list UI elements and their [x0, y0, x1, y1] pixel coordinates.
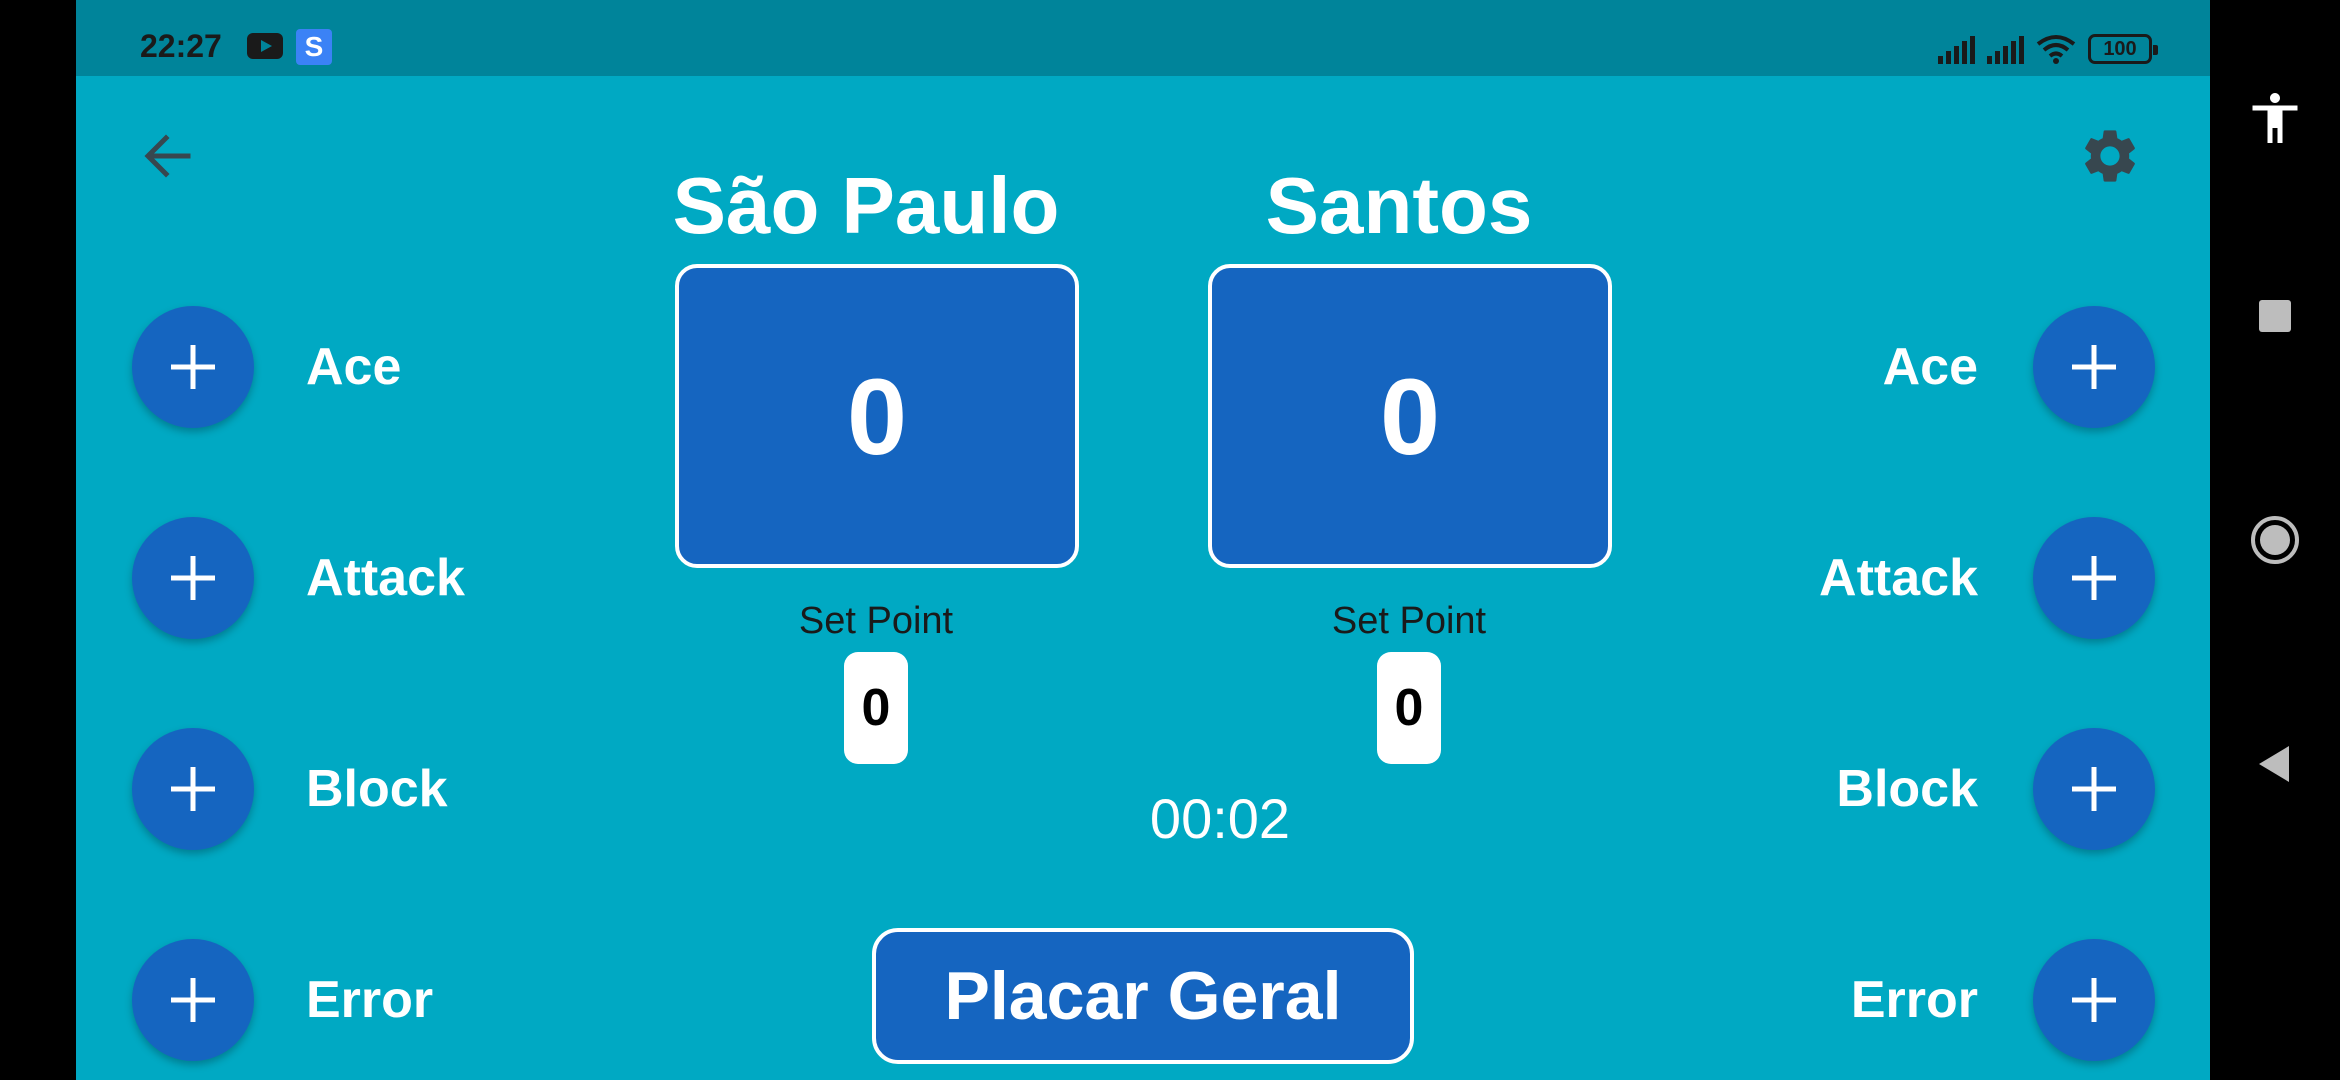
team-right-score[interactable]: 0 — [1208, 264, 1612, 568]
team-right-set-point-label: Set Point — [1331, 600, 1487, 642]
left-error-label: Error — [306, 971, 434, 1029]
right-error-label: Error — [1850, 971, 1978, 1029]
team-left-set-point-label: Set Point — [798, 600, 954, 642]
settings-button[interactable] — [2078, 124, 2142, 188]
right-attack-add-button[interactable] — [2033, 517, 2155, 639]
right-block-add-button[interactable] — [2033, 728, 2155, 850]
back-icon — [2259, 746, 2289, 782]
accessibility-icon — [2252, 93, 2298, 143]
right-ace-label: Ace — [1882, 338, 1978, 396]
home-button[interactable] — [2245, 510, 2305, 570]
left-bezel — [0, 0, 76, 1080]
s-app-icon: S — [296, 29, 332, 65]
status-bar: 22:27 S 100 — [76, 0, 2210, 76]
left-ace-add-button[interactable] — [132, 306, 254, 428]
signal-icon — [1987, 34, 2024, 64]
right-ace-add-button[interactable] — [2033, 306, 2155, 428]
accessibility-button[interactable] — [2245, 88, 2305, 148]
team-right-name[interactable]: Santos — [1099, 160, 1699, 252]
left-ace-label: Ace — [306, 338, 402, 396]
left-attack-add-button[interactable] — [132, 517, 254, 639]
left-block-add-button[interactable] — [132, 728, 254, 850]
home-icon — [2251, 516, 2299, 564]
youtube-icon — [247, 33, 283, 59]
battery-icon: 100 — [2088, 34, 2158, 64]
right-error-add-button[interactable] — [2033, 939, 2155, 1061]
recents-icon — [2259, 300, 2291, 332]
left-block-label: Block — [306, 760, 448, 818]
team-left-set-point[interactable]: 0 — [844, 652, 908, 764]
status-time: 22:27 — [140, 28, 222, 64]
status-icons: 100 — [1938, 32, 2158, 64]
app-screen: 22:27 S 100 São Paulo Santos 0 0 Set Poi… — [76, 0, 2210, 1080]
recents-button[interactable] — [2245, 286, 2305, 346]
right-block-label: Block — [1836, 760, 1978, 818]
team-right-set-point[interactable]: 0 — [1377, 652, 1441, 764]
gear-icon — [2085, 130, 2135, 182]
team-left-name[interactable]: São Paulo — [566, 160, 1166, 252]
right-attack-label: Attack — [1819, 549, 1978, 607]
arrow-left-icon — [144, 134, 191, 178]
wifi-icon — [2036, 35, 2076, 64]
match-timer: 00:02 — [1149, 787, 1291, 850]
placar-geral-button[interactable]: Placar Geral — [872, 928, 1414, 1064]
system-nav-bar — [2210, 0, 2340, 1080]
signal-icon — [1938, 34, 1975, 64]
left-error-add-button[interactable] — [132, 939, 254, 1061]
system-back-button[interactable] — [2245, 734, 2305, 794]
team-left-score[interactable]: 0 — [675, 264, 1079, 568]
left-attack-label: Attack — [306, 549, 465, 607]
back-button[interactable] — [136, 124, 200, 188]
